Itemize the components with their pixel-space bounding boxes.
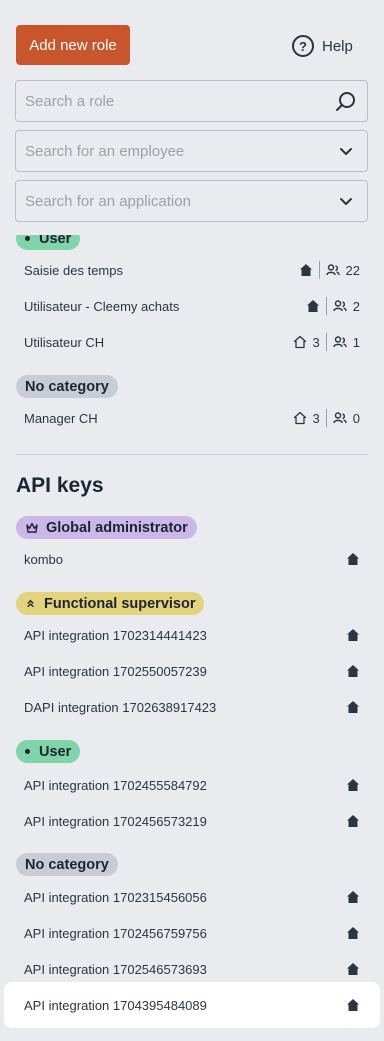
search-icon [336, 92, 355, 111]
list-item[interactable]: Utilisateur - Cleemy achats 2 [0, 288, 384, 324]
help-icon: ? [292, 35, 314, 57]
list-item[interactable]: API integration 1702456759756 [0, 915, 384, 951]
users-icon [333, 300, 347, 312]
list-item-selected[interactable]: API integration 1704395484089 [4, 982, 380, 1028]
list-item[interactable]: kombo [0, 541, 384, 577]
search-employee-placeholder: Search for an employee [25, 142, 185, 160]
chevron-down-icon [340, 198, 352, 205]
chevron-down-icon [340, 148, 352, 155]
home-outline-icon [293, 335, 306, 349]
search-employee-select[interactable]: Search for an employee [15, 130, 368, 172]
list-item[interactable]: API integration 1702456573219 [0, 803, 384, 839]
home-filled-icon [347, 927, 359, 939]
category-pill-functional-supervisor: Functional supervisor [16, 592, 205, 615]
category-pill-no-category: No category [16, 853, 118, 876]
search-role-placeholder: Search a role [25, 92, 115, 110]
home-filled-icon [347, 701, 359, 713]
home-outline-icon [293, 411, 306, 425]
add-new-role-button[interactable]: Add new role [16, 25, 130, 65]
list-item[interactable]: Utilisateur CH 3 1 [0, 324, 384, 360]
help-link[interactable]: ? Help [292, 34, 353, 58]
list-item[interactable]: API integration 1702455584792 [0, 767, 384, 803]
dot-icon [25, 749, 30, 754]
list-item[interactable]: API integration 1702315456056 [0, 879, 384, 915]
home-filled-icon [347, 779, 359, 791]
search-application-select[interactable]: Search for an application [15, 180, 368, 222]
users-icon [325, 264, 340, 276]
home-filled-icon [347, 891, 359, 903]
list-item[interactable]: API integration 1702550057239 [0, 653, 384, 689]
search-application-placeholder: Search for an application [25, 192, 191, 210]
list-item[interactable]: DAPI integration 1702638917423 [0, 689, 384, 725]
category-pill-no-category: No category [16, 375, 118, 398]
users-icon [333, 336, 347, 348]
api-keys-heading: API keys [16, 474, 104, 497]
home-filled-icon [347, 553, 359, 565]
list-item[interactable]: Saisie des temps 22 [0, 252, 384, 288]
double-chevron-up-icon [27, 599, 34, 608]
category-pill-user: User [16, 740, 81, 763]
home-filled-icon [347, 963, 359, 975]
category-pill-global-administrator: Global administrator [16, 516, 197, 539]
category-pill-user: User [16, 235, 81, 250]
crown-icon [26, 522, 38, 533]
home-filled-icon [347, 815, 359, 827]
users-icon [333, 412, 347, 424]
home-filled-icon [306, 300, 319, 312]
list-item[interactable]: Manager CH 3 0 [0, 400, 384, 436]
home-filled-icon [347, 629, 359, 641]
section-divider [16, 454, 368, 455]
home-filled-icon [299, 264, 312, 276]
home-filled-icon [347, 665, 359, 677]
help-label: Help [322, 37, 353, 55]
search-role-input[interactable]: Search a role [15, 80, 368, 122]
dot-icon [25, 236, 30, 241]
home-filled-icon [347, 999, 359, 1011]
list-item[interactable]: API integration 1702314441423 [0, 617, 384, 653]
